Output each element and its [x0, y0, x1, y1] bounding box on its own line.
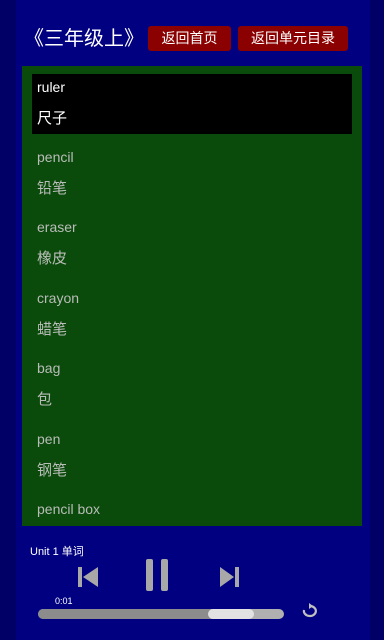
word-english: ruler — [37, 79, 66, 95]
word-chinese: 包 — [37, 391, 53, 408]
word-item[interactable]: pencil 铅笔 — [22, 144, 362, 206]
unit-label: Unit 1 单词 — [30, 546, 84, 558]
progress-fill — [38, 609, 216, 619]
page-title: 《三年级上》 — [24, 28, 144, 50]
word-english: pen — [37, 431, 61, 447]
back-unit-list-button[interactable]: 返回单元目录 — [238, 26, 348, 51]
progress-thumb[interactable] — [208, 609, 255, 619]
word-item[interactable]: bag 包 — [22, 355, 362, 417]
word-chinese: 钢笔 — [37, 462, 68, 479]
word-chinese: 橡皮 — [37, 250, 68, 267]
word-english: eraser — [37, 219, 77, 235]
word-item[interactable]: pen 钢笔 — [22, 426, 362, 488]
word-item[interactable]: ruler 尺子 — [32, 74, 352, 134]
skip-previous-icon[interactable] — [76, 565, 100, 589]
word-list[interactable]: ruler 尺子 pencil 铅笔 eraser 橡皮 crayon 蜡笔 b… — [22, 66, 362, 526]
word-item[interactable]: crayon 蜡笔 — [22, 285, 362, 347]
back-home-button[interactable]: 返回首页 — [148, 26, 231, 51]
repeat-icon[interactable] — [300, 602, 320, 622]
word-chinese: 尺子 — [37, 110, 68, 127]
word-english: pencil — [37, 149, 74, 165]
app: 《三年级上》 返回首页 返回单元目录 ruler 尺子 pencil 铅笔 er… — [16, 0, 370, 640]
progress-slider[interactable] — [38, 609, 284, 619]
skip-next-icon[interactable] — [219, 566, 241, 588]
current-time: 0:01 — [55, 596, 73, 606]
header: 《三年级上》 返回首页 返回单元目录 — [16, 0, 370, 64]
pause-icon[interactable] — [145, 559, 169, 591]
word-chinese: 蜡笔 — [37, 321, 68, 338]
word-english: pencil box — [37, 501, 101, 517]
word-item[interactable]: pencil box — [22, 496, 362, 526]
word-english: crayon — [37, 290, 80, 306]
word-english: bag — [37, 360, 61, 376]
word-item[interactable]: eraser 橡皮 — [22, 214, 362, 276]
word-chinese: 铅笔 — [37, 180, 68, 197]
